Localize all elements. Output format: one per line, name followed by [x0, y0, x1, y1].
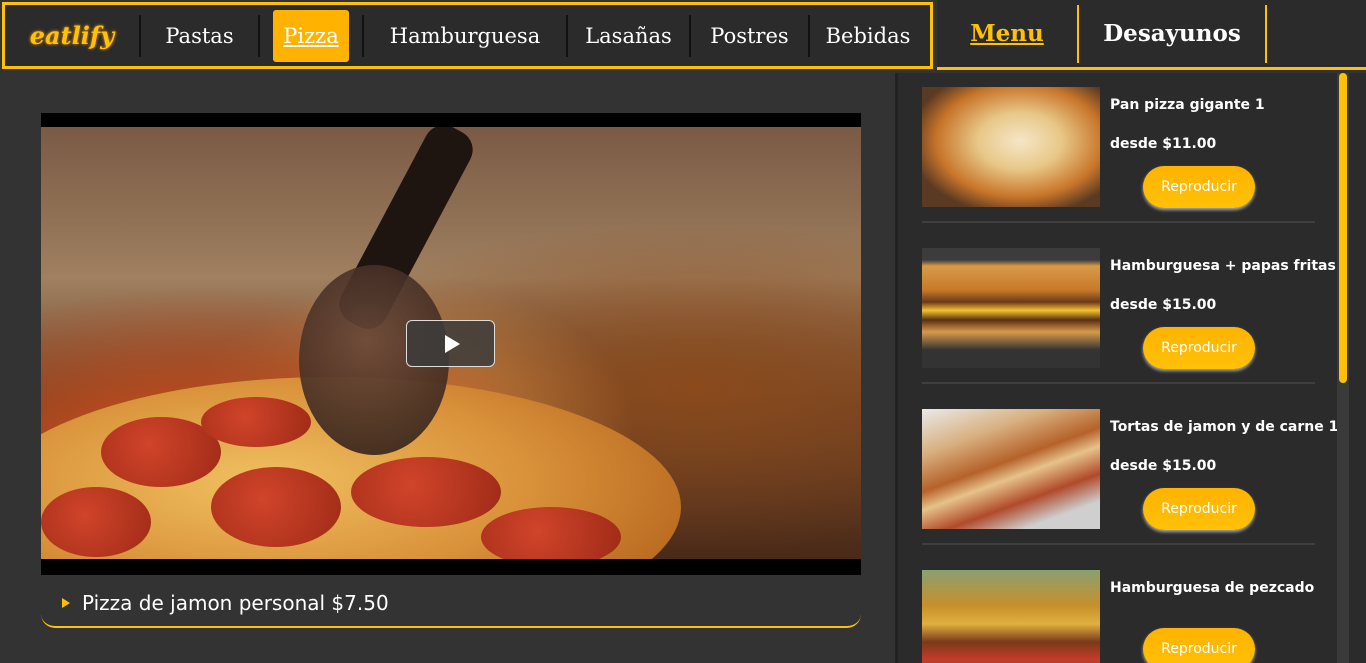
playlist-item-price: desde $15.00: [1110, 458, 1217, 474]
video-caption-text: Pizza de jamon personal $7.50: [82, 591, 389, 615]
playlist-item-price: desde $11.00: [1110, 136, 1217, 152]
nav-item-pastas[interactable]: Pastas: [141, 5, 258, 66]
nav-item-pizza[interactable]: Pizza: [260, 5, 362, 66]
nav-item-label: Hamburguesa: [389, 23, 541, 48]
nav-item-label: Pastas: [165, 23, 234, 48]
nav-item-bebidas[interactable]: Bebidas: [810, 5, 926, 66]
reproducir-button[interactable]: Reproducir: [1143, 327, 1255, 369]
pepperoni: [481, 507, 621, 559]
playlist-item-name: Pan pizza gigante 1: [1110, 97, 1265, 113]
playlist-item[interactable]: Pan pizza gigante 1 desde $11.00 Reprodu…: [922, 73, 1315, 223]
nav-divider: [1265, 4, 1267, 63]
play-button[interactable]: [406, 320, 495, 367]
nav-item-label: Postres: [710, 23, 789, 48]
reproducir-button[interactable]: Reproducir: [1143, 628, 1255, 663]
fish-burger-thumbnail[interactable]: [922, 570, 1100, 663]
pizza-thumbnail[interactable]: [922, 87, 1100, 207]
playlist-item-name: Tortas de jamon y de carne 1: [1110, 419, 1339, 435]
play-icon: [445, 334, 460, 353]
nav-item-lasanas[interactable]: Lasañas: [568, 5, 689, 66]
playlist-item[interactable]: Hamburguesa de pezcado Reproducir: [922, 556, 1315, 663]
pepperoni: [201, 397, 311, 447]
brand-logo[interactable]: eatlify: [5, 5, 139, 66]
playlist-item-name: Hamburguesa + papas fritas: [1110, 258, 1336, 274]
playlist-item-name: Hamburguesa de pezcado: [1110, 580, 1315, 596]
video-player[interactable]: [41, 113, 861, 575]
pepperoni: [41, 487, 151, 557]
playlist-item-price: desde $15.00: [1110, 297, 1217, 313]
nav-item-postres[interactable]: Postres: [691, 5, 808, 66]
pepperoni: [211, 467, 341, 547]
playlist-item[interactable]: Hamburguesa + papas fritas desde $15.00 …: [922, 234, 1336, 384]
playlist-item[interactable]: Tortas de jamon y de carne 1 desde $15.0…: [922, 395, 1338, 545]
sidebar-scroll-thumb[interactable]: [1339, 73, 1347, 383]
reproducir-button[interactable]: Reproducir: [1143, 488, 1255, 530]
main-nav: eatlify Pastas Pizza Hamburguesa Lasañas…: [2, 2, 933, 69]
tortas-thumbnail[interactable]: [922, 409, 1100, 529]
video-caption: Pizza de jamon personal $7.50: [41, 580, 861, 628]
nav-item-hamburguesa[interactable]: Hamburguesa: [364, 5, 566, 66]
desayunos-link[interactable]: Desayunos: [1079, 0, 1265, 67]
nav-item-label: Lasañas: [585, 23, 672, 48]
reproducir-button[interactable]: Reproducir: [1143, 166, 1255, 208]
secondary-nav: Menu Desayunos: [937, 0, 1366, 70]
menu-link[interactable]: Menu: [937, 0, 1077, 67]
caret-right-icon: [62, 598, 70, 608]
nav-item-label: Pizza: [273, 9, 349, 62]
burger-thumbnail[interactable]: [922, 248, 1100, 368]
pepperoni: [351, 457, 501, 527]
nav-item-label: Bebidas: [825, 23, 911, 48]
